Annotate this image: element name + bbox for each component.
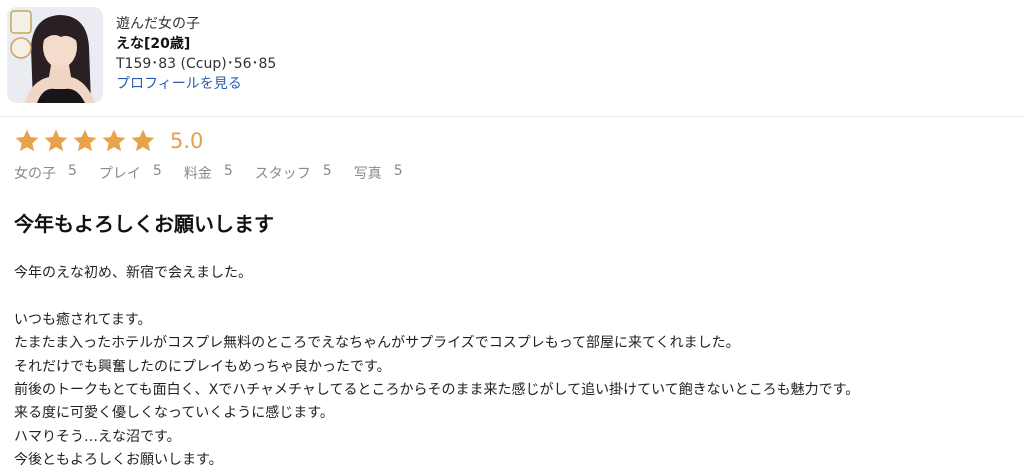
girl-stats: T159･83 (Ccup)･56･85: [116, 56, 277, 72]
sub-rating-label: プレイ: [98, 166, 141, 182]
sub-rating-value: 5: [152, 163, 162, 179]
sub-rating-item: 写真 5: [354, 163, 403, 183]
star-icon: [44, 129, 68, 152]
girl-name: えな[20歳]: [116, 36, 191, 52]
review-line: 今後ともよろしくお願いします。: [14, 452, 223, 469]
sub-rating-value: 5: [68, 163, 77, 179]
review-title: 今年もよろしくお願いします: [14, 212, 274, 236]
review-line: 今年のえな初め、新宿で会えました。: [14, 265, 252, 281]
sub-rating-label: 料金: [183, 166, 212, 182]
profile-link[interactable]: プロフィールを見る: [116, 74, 276, 94]
girl-avatar[interactable]: [7, 7, 103, 103]
sub-rating-value: 5: [393, 163, 403, 179]
sub-rating-label: 女の子: [14, 166, 56, 182]
review-line: たまたま入ったホテルがコスプレ無料のところでえなちゃんがサプライズでコスプレもっ…: [14, 335, 740, 352]
girl-photo: [7, 7, 103, 103]
star-icon: [131, 129, 155, 152]
sub-rating-item: プレイ 5: [99, 163, 162, 183]
sub-ratings: 女の子 5 プレイ 5 料金 5 スタッフ 5 写真 5: [14, 163, 425, 183]
sub-rating-label: スタッフ: [254, 166, 311, 182]
rating-score: 5.0: [170, 129, 204, 153]
review-line: ハマりそう…えな沼です。: [14, 428, 181, 445]
sub-rating-item: 料金 5: [184, 163, 233, 183]
review-line: 前後のトークもとても面白く、Xでハチャメチャしてるところからそのまま来た感じがし…: [14, 381, 860, 398]
sub-rating-value: 5: [322, 163, 332, 179]
review-line: それだけでも興奮したのにプレイもめっちゃ良かったです。: [14, 358, 391, 375]
sub-rating-item: スタッフ 5: [255, 163, 332, 183]
star-icon: [73, 129, 97, 152]
girl-header: 遊んだ女の子 えな[20歳] T159･83 (Ccup)･56･85 プロフィ…: [0, 0, 1024, 117]
sub-rating-item: 女の子 5: [14, 163, 77, 183]
star-icon: [102, 129, 126, 152]
review-line: [14, 285, 859, 308]
girl-info: 遊んだ女の子 えな[20歳] T159･83 (Ccup)･56･85 プロフィ…: [116, 14, 276, 94]
star-rating: [14, 128, 156, 154]
review-line: 来る度に可愛く優しくなっていくように感じます。: [14, 405, 334, 422]
review-line: いつも癒されてます。: [14, 311, 152, 328]
star-icon: [15, 129, 39, 152]
girl-label: 遊んだ女の子: [116, 16, 200, 32]
sub-rating-value: 5: [223, 163, 233, 179]
review-body: 今年のえな初め、新宿で会えました。 いつも癒されてます。たまたま入ったホテルがコス…: [14, 262, 859, 473]
sub-rating-label: 写真: [353, 166, 382, 182]
rating-row: 5.0: [14, 126, 203, 156]
